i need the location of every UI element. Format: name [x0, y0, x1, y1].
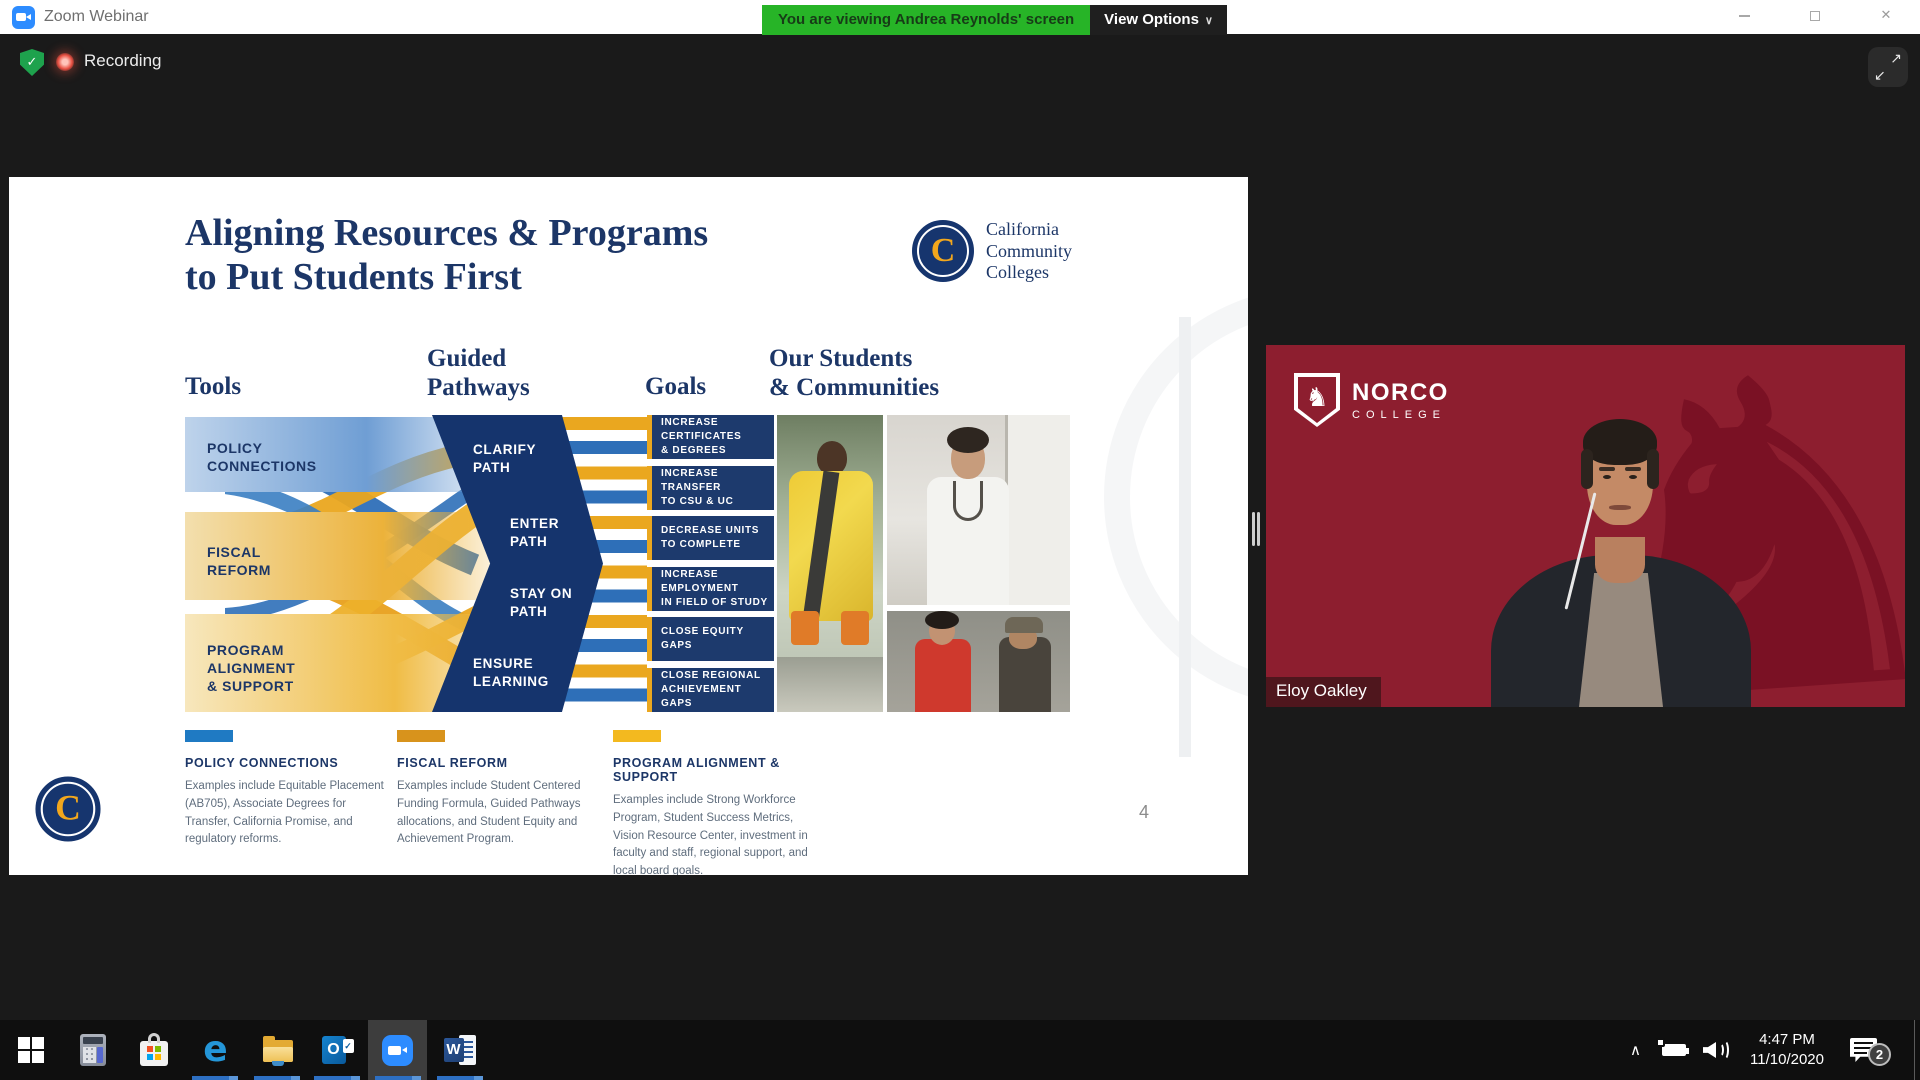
- goal-box: DECREASE UNITS TO COMPLETE: [647, 516, 774, 560]
- slide-title: Aligning Resources & Programs to Put Stu…: [185, 211, 708, 299]
- norco-college-sub: COLLEGE: [1352, 409, 1449, 421]
- pathway-stay-on-path: STAY ON PATH: [510, 585, 572, 621]
- recording-label: Recording: [84, 51, 162, 71]
- battery-charging-icon: [1662, 1044, 1686, 1056]
- minimize-button[interactable]: [1721, 0, 1767, 30]
- minimize-icon: [1739, 15, 1750, 17]
- slide-watermark-strip: [1179, 317, 1191, 757]
- expand-arrow-ne-icon: ↗: [1890, 50, 1902, 67]
- tool-label-fiscal-reform: FISCAL REFORM: [207, 543, 271, 579]
- restore-icon: [1810, 11, 1820, 21]
- legend-fiscal-reform: FISCAL REFORM Examples include Student C…: [397, 730, 599, 849]
- legend-program-alignment: PROGRAM ALIGNMENT & SUPPORT Examples inc…: [613, 730, 815, 875]
- shared-screen-slide: Aligning Resources & Programs to Put Stu…: [9, 177, 1248, 875]
- recording-dot-icon: [56, 53, 74, 71]
- pathway-ensure-learning: ENSURE LEARNING: [473, 655, 549, 691]
- security-shield-icon[interactable]: ✓: [20, 49, 44, 76]
- taskbar-word-button[interactable]: W: [430, 1020, 489, 1080]
- running-indicator-word: [437, 1076, 483, 1080]
- running-indicator-outlook: [314, 1076, 360, 1080]
- goal-box: CLOSE EQUITY GAPS: [647, 617, 774, 661]
- tray-volume-button[interactable]: [1703, 1020, 1729, 1080]
- norco-college-logo: ♞ NORCO COLLEGE: [1294, 373, 1449, 427]
- file-explorer-icon: [263, 1040, 293, 1064]
- taskbar-zoom-button[interactable]: [368, 1020, 427, 1080]
- show-desktop-button[interactable]: [1914, 1020, 1915, 1080]
- tray-battery-button[interactable]: [1662, 1020, 1686, 1080]
- column-header-students-communities: Our Students & Communities: [769, 345, 939, 403]
- screen-share-banner: You are viewing Andrea Reynolds' screen …: [762, 5, 1227, 35]
- column-header-tools: Tools: [185, 373, 241, 402]
- running-indicator-zoom: [375, 1076, 421, 1080]
- camera-icon: [16, 13, 26, 21]
- participant-person: [1491, 405, 1751, 707]
- tool-label-policy-connections: POLICY CONNECTIONS: [207, 439, 317, 475]
- slide-watermark-circle: [1104, 287, 1248, 707]
- ccc-logo-text: California Community Colleges: [986, 219, 1072, 284]
- tool-label-program-alignment: PROGRAM ALIGNMENT & SUPPORT: [207, 641, 295, 696]
- column-header-guided-pathways: Guided Pathways: [427, 345, 530, 403]
- window-title: Zoom Webinar: [44, 0, 149, 34]
- start-button[interactable]: [1, 1020, 60, 1080]
- ccc-corner-emblem-icon: C: [35, 776, 100, 841]
- taskbar-edge-button[interactable]: e: [186, 1020, 245, 1080]
- chevron-up-icon: ∧: [1630, 1041, 1641, 1059]
- expand-arrow-sw-icon: ↙: [1874, 67, 1886, 84]
- pathway-clarify-path: CLARIFY PATH: [473, 441, 536, 477]
- ccc-logo: C California Community Colleges: [912, 219, 1072, 284]
- view-options-button[interactable]: View Options∨: [1090, 5, 1227, 35]
- pane-resize-handle[interactable]: [1252, 512, 1262, 546]
- norco-college-name: NORCO: [1352, 379, 1449, 407]
- pathway-enter-path: ENTER PATH: [510, 515, 559, 551]
- goal-box: INCREASE TRANSFER TO CSU & UC: [647, 466, 774, 510]
- column-header-goals: Goals: [645, 373, 706, 402]
- speaker-icon: [1703, 1042, 1716, 1058]
- legend-swatch-yellow: [613, 730, 661, 742]
- running-indicator-edge: [192, 1076, 238, 1080]
- ccc-emblem-icon: C: [912, 220, 974, 282]
- windows-start-icon: [18, 1037, 44, 1063]
- zoom-icon: [382, 1035, 413, 1066]
- word-icon: W: [444, 1035, 476, 1065]
- chevron-down-icon: ∨: [1205, 15, 1213, 27]
- microsoft-store-icon: [140, 1041, 168, 1066]
- clock-date: 11/10/2020: [1750, 1050, 1824, 1070]
- goal-box: INCREASE EMPLOYMENT IN FIELD OF STUDY: [647, 567, 774, 611]
- clock-time: 4:47 PM: [1759, 1030, 1815, 1050]
- goal-box: INCREASE CERTIFICATES & DEGREES: [647, 415, 774, 459]
- norco-shield-icon: ♞: [1294, 373, 1340, 427]
- photo-students-studying: [887, 611, 1070, 712]
- notification-count-badge: 2: [1868, 1043, 1891, 1066]
- legend-swatch-blue: [185, 730, 233, 742]
- zoom-app-icon: [12, 6, 35, 29]
- edge-browser-icon: e: [203, 1032, 227, 1068]
- participant-video-feed[interactable]: ♞ ♞ NORCO COLLEGE Eloy Oakley: [1266, 345, 1905, 707]
- participant-name-label: Eloy Oakley: [1266, 677, 1381, 707]
- taskbar-store-button[interactable]: [124, 1020, 183, 1080]
- goal-box: CLOSE REGIONAL ACHIEVEMENT GAPS: [647, 668, 774, 712]
- outlook-icon: O✓: [322, 1036, 354, 1064]
- running-indicator-explorer: [254, 1076, 300, 1080]
- flow-diagram: POLICY CONNECTIONS FISCAL REFORM PROGRAM…: [185, 415, 1070, 712]
- viewing-status-text: You are viewing Andrea Reynolds' screen: [762, 5, 1090, 35]
- meeting-content-area: ✓ Recording ↗ ↙ Aligning Resources & Pro…: [0, 34, 1920, 1020]
- calculator-icon: [80, 1034, 106, 1066]
- photo-firefighter-student: [777, 415, 883, 712]
- photo-nursing-student: [887, 415, 1070, 605]
- windows-taskbar: e O✓ W ∧ 4:47 PM 11/10/2020: [0, 1020, 1920, 1080]
- tray-show-hidden-icons-button[interactable]: ∧: [1630, 1020, 1641, 1080]
- taskbar-outlook-button[interactable]: O✓: [308, 1020, 367, 1080]
- taskbar-calculator-button[interactable]: [63, 1020, 122, 1080]
- close-icon: ✕: [1881, 7, 1892, 22]
- taskbar-file-explorer-button[interactable]: [248, 1020, 307, 1080]
- taskbar-clock[interactable]: 4:47 PM 11/10/2020: [1734, 1020, 1840, 1080]
- close-button[interactable]: ✕: [1863, 0, 1909, 30]
- slide-page-number: 4: [1139, 802, 1149, 823]
- fullscreen-expand-button[interactable]: ↗ ↙: [1868, 47, 1908, 87]
- restore-button[interactable]: [1792, 0, 1838, 30]
- legend-policy-connections: POLICY CONNECTIONS Examples include Equi…: [185, 730, 387, 849]
- legend-swatch-gold: [397, 730, 445, 742]
